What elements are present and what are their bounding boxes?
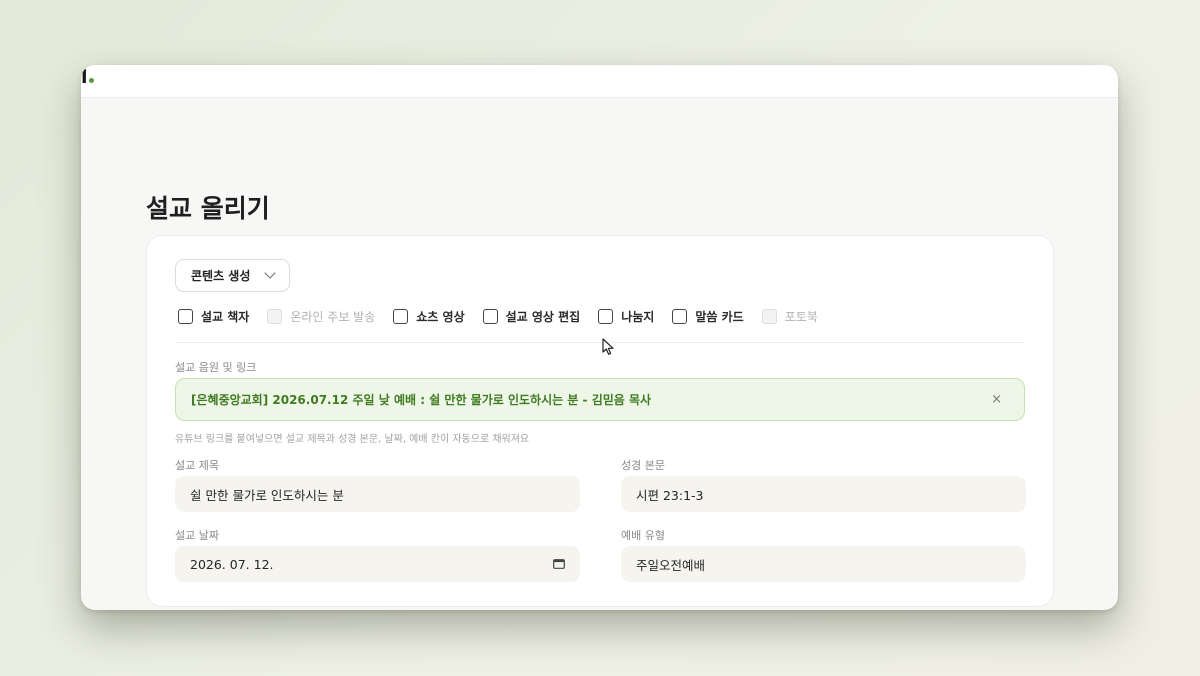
option-sharing-sheet[interactable]: 나눔지 <box>598 308 654 325</box>
sermon-title-value: 쉴 만한 물가로 인도하시는 분 <box>190 487 344 503</box>
service-type-value: 주일오전예배 <box>636 557 706 573</box>
checkbox-disabled <box>761 308 777 324</box>
option-sermon-booklet[interactable]: 설교 책자 <box>178 308 249 325</box>
checkbox[interactable] <box>598 308 614 324</box>
audio-link-value: [은혜중앙교회] 2026.07.12 주일 낮 예배 : 쉴 만한 물가로 인… <box>191 393 652 407</box>
option-word-card[interactable]: 말씀 카드 <box>672 308 744 325</box>
sermon-date-input[interactable]: 2026. 07. 12. <box>175 546 580 582</box>
chevron-down-icon <box>264 267 276 279</box>
logo-dot-icon <box>88 78 94 83</box>
option-label: 나눔지 <box>621 309 655 324</box>
scripture-value: 시편 23:1-3 <box>636 487 704 503</box>
option-label: 말씀 카드 <box>695 309 744 324</box>
content-create-dropdown[interactable]: 콘텐츠 생성 <box>175 259 290 292</box>
checkbox[interactable] <box>672 308 688 324</box>
option-label: 설교 책자 <box>201 309 250 324</box>
close-icon[interactable]: × <box>991 392 1002 407</box>
service-type-input[interactable]: 주일오전예배 <box>621 546 1026 582</box>
divider <box>175 342 1025 343</box>
option-shorts-video[interactable]: 쇼츠 영상 <box>393 308 465 325</box>
option-label: 포토북 <box>784 309 818 324</box>
mouse-cursor-icon <box>602 338 614 355</box>
scripture-input[interactable]: 시편 23:1-3 <box>621 476 1026 512</box>
option-online-bulletin: 온라인 주보 발송 <box>267 308 375 325</box>
option-label: 쇼츠 영상 <box>416 309 465 324</box>
checkbox-disabled <box>267 308 283 324</box>
checkbox[interactable] <box>482 308 498 324</box>
sermon-title-input[interactable]: 쉴 만한 물가로 인도하시는 분 <box>175 476 580 512</box>
checkbox[interactable] <box>393 308 409 324</box>
option-label: 온라인 주보 발송 <box>290 309 376 324</box>
service-type-label: 예배 유형 <box>621 529 665 542</box>
content-options: 설교 책자 온라인 주보 발송 쇼츠 영상 설교 영상 편집 나눔지 말씀 카드 <box>178 308 836 324</box>
audio-link-input[interactable]: [은혜중앙교회] 2026.07.12 주일 낮 예배 : 쉴 만한 물가로 인… <box>175 378 1025 421</box>
checkbox[interactable] <box>178 308 193 324</box>
logo-text: l <box>81 66 87 88</box>
audio-link-label: 설교 음원 및 링크 <box>175 361 257 374</box>
top-bar: l <box>81 65 1118 98</box>
option-label: 설교 영상 편집 <box>505 309 581 324</box>
sermon-date-label: 설교 날짜 <box>175 529 219 542</box>
sermon-date-value: 2026. 07. 12. <box>190 556 274 572</box>
sermon-title-label: 설교 제목 <box>175 459 219 472</box>
dropdown-label: 콘텐츠 생성 <box>191 269 251 283</box>
audio-link-hint: 유튜브 링크를 붙여넣으면 설교 제목과 성경 본문, 날짜, 예배 칸이 자동… <box>175 434 530 445</box>
logo[interactable]: l <box>81 66 94 88</box>
upload-form-card: 콘텐츠 생성 설교 책자 온라인 주보 발송 쇼츠 영상 설교 영상 편집 나눔… <box>146 235 1054 607</box>
option-photobook: 포토북 <box>761 308 818 325</box>
option-sermon-video-edit[interactable]: 설교 영상 편집 <box>482 308 581 325</box>
app-window: l 설교 올리기 콘텐츠 생성 설교 책자 온라인 주보 발송 쇼츠 영상 설교… <box>81 65 1118 610</box>
calendar-icon[interactable] <box>553 558 565 569</box>
page-title: 설교 올리기 <box>146 194 270 223</box>
scripture-label: 성경 본문 <box>621 459 665 472</box>
